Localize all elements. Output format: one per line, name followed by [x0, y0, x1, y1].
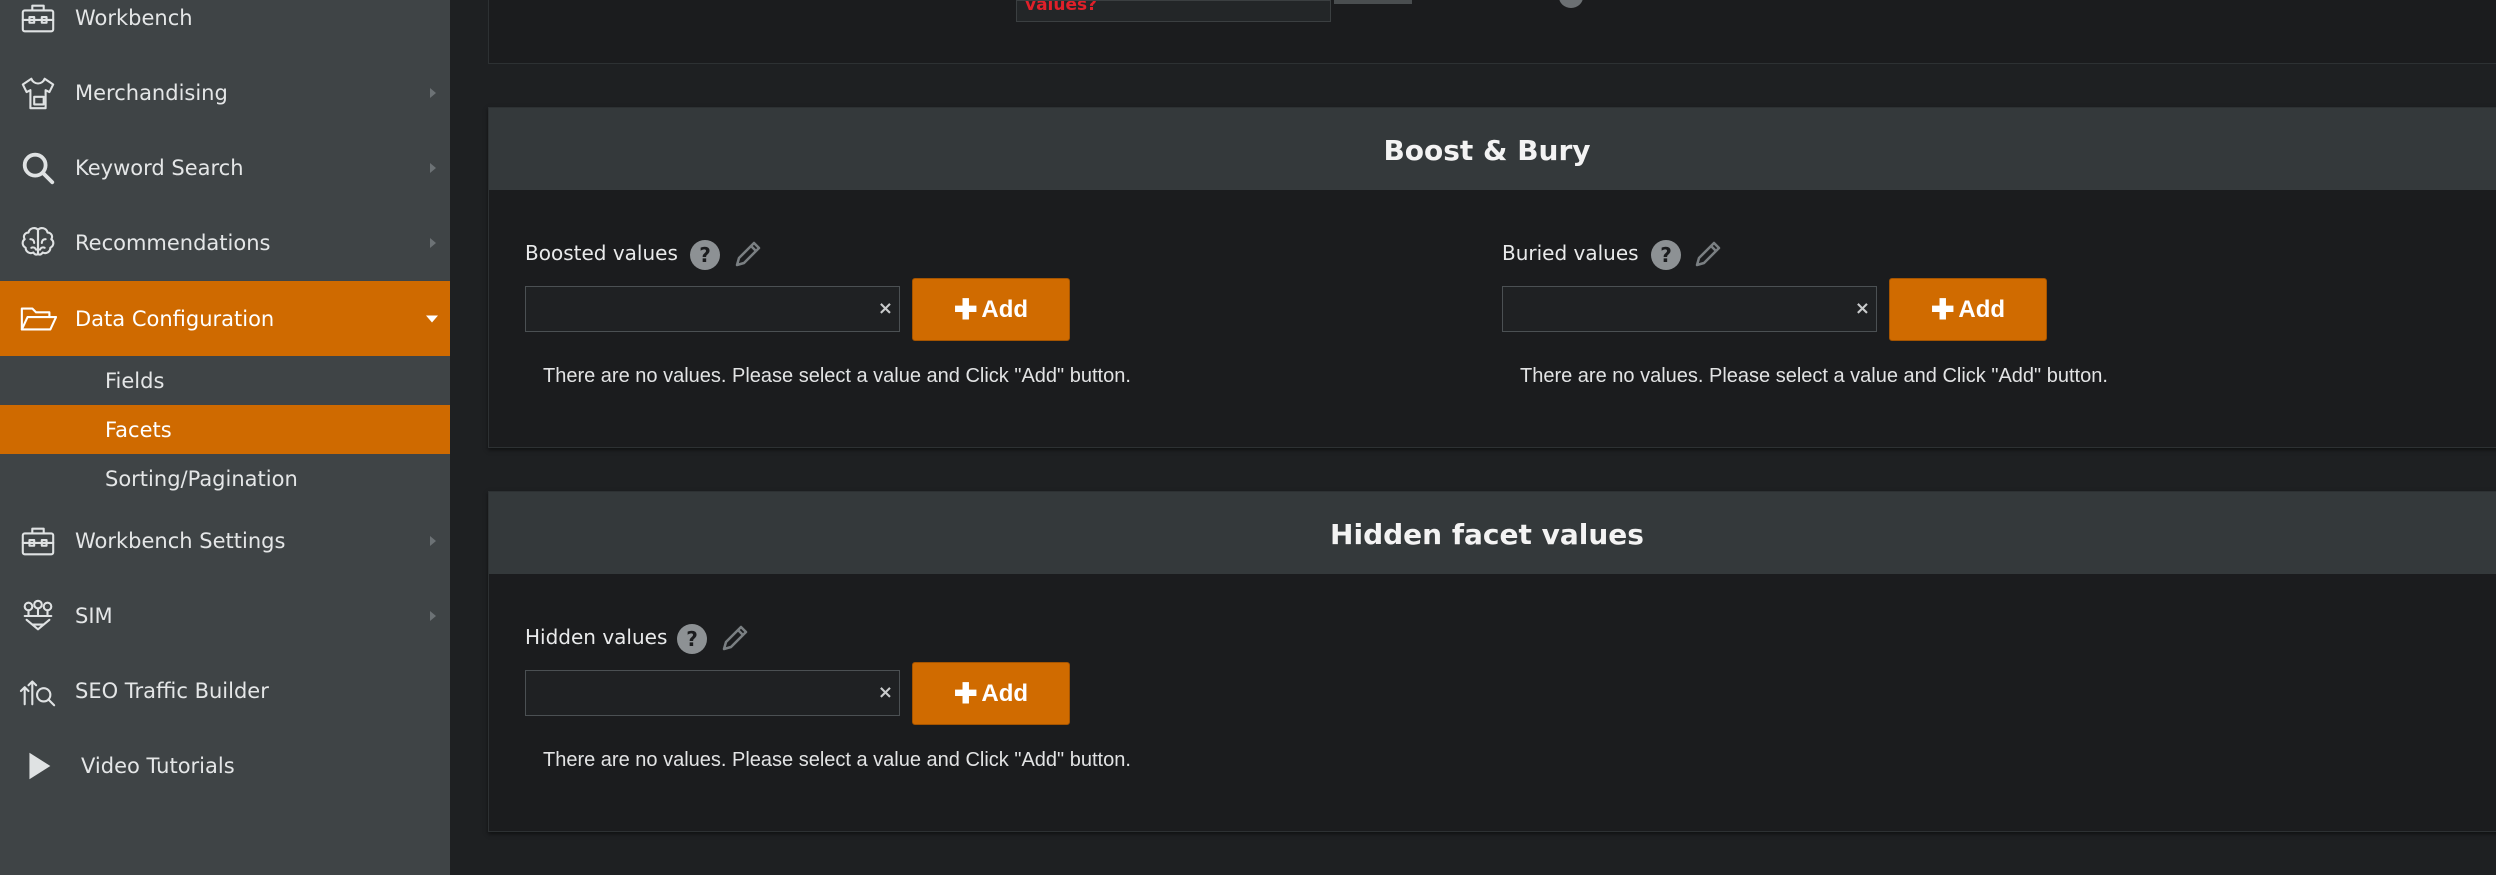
sidebar-item-sim[interactable]: SIM	[0, 578, 450, 653]
sidebar-subitem-sorting-pagination[interactable]: Sorting/Pagination	[0, 454, 450, 503]
sidebar-item-seo-traffic-builder[interactable]: SEO Traffic Builder	[0, 653, 450, 728]
sidebar-item-keyword-search[interactable]: Keyword Search	[0, 130, 450, 205]
sidebar-item-label: Video Tutorials	[81, 753, 235, 778]
sidebar-item-label: SEO Traffic Builder	[75, 678, 269, 703]
panel-header: Boost & Bury	[489, 108, 2496, 190]
sidebar-subitem-label: Fields	[105, 368, 165, 393]
sidebar-item-data-configuration[interactable]: Data Configuration	[0, 281, 450, 356]
help-icon[interactable]	[1559, 0, 1583, 8]
seo-icon	[18, 671, 58, 711]
sidebar-item-label: SIM	[75, 603, 113, 628]
sidebar-item-workbench[interactable]: Workbench	[0, 0, 450, 55]
sidebar-item-workbench-settings[interactable]: Workbench Settings	[0, 503, 450, 578]
sidebar-item-label: Keyword Search	[75, 155, 244, 180]
help-icon[interactable]: ?	[1651, 240, 1681, 270]
hidden-facet-values-panel: Hidden facet values Hidden values ? × ✚ A…	[488, 491, 2496, 832]
partial-button[interactable]	[1334, 0, 1412, 4]
help-icon[interactable]: ?	[690, 240, 720, 270]
sidebar-item-recommendations[interactable]: Recommendations	[0, 205, 450, 280]
sidebar-item-label: Recommendations	[75, 230, 271, 255]
search-icon	[18, 148, 58, 188]
pencil-icon[interactable]	[1692, 238, 1724, 270]
plus-icon: ✚	[1930, 294, 1955, 325]
sidebar-item-video-tutorials[interactable]: Video Tutorials	[0, 728, 450, 803]
plus-icon: ✚	[953, 294, 978, 325]
shirt-icon	[18, 73, 58, 113]
sidebar-item-merchandising[interactable]: Merchandising	[0, 55, 450, 130]
sidebar-item-label: Workbench	[75, 5, 193, 30]
chevron-right-icon	[430, 610, 436, 621]
app-root: Workbench Merchandising Keyword Search R…	[0, 0, 2496, 875]
buried-values-label: Buried values	[1502, 241, 1639, 265]
clear-icon[interactable]: ×	[878, 298, 893, 319]
panel-title: Hidden facet values	[1330, 518, 1644, 551]
brain-icon	[18, 223, 58, 263]
hidden-empty-message: There are no values. Please select a val…	[543, 749, 1131, 771]
sidebar-subitem-fields[interactable]: Fields	[0, 356, 450, 405]
hidden-values-label: Hidden values	[525, 625, 668, 649]
panel-header: Hidden facet values	[489, 492, 2496, 574]
toolbox-icon	[18, 521, 58, 561]
previous-panel: values?	[488, 0, 2496, 64]
chevron-right-icon	[430, 535, 436, 546]
sidebar-subitem-facets[interactable]: Facets	[0, 405, 450, 454]
clear-icon[interactable]: ×	[1855, 298, 1870, 319]
boosted-values-label: Boosted values	[525, 241, 678, 265]
buried-empty-message: There are no values. Please select a val…	[1520, 365, 2108, 387]
sim-icon	[18, 596, 58, 636]
panel-title: Boost & Bury	[1383, 134, 1591, 167]
main-content: values? Boost & Bury Boosted values ? × …	[450, 0, 2496, 875]
sidebar-item-label: Data Configuration	[75, 306, 275, 331]
buried-add-button[interactable]: ✚ Add	[1889, 278, 2047, 341]
boosted-values-select[interactable]: ×	[525, 286, 900, 332]
pencil-icon[interactable]	[719, 622, 751, 654]
sidebar: Workbench Merchandising Keyword Search R…	[0, 0, 450, 875]
boost-bury-panel: Boost & Bury Boosted values ? × ✚ Add The…	[488, 107, 2496, 448]
hidden-values-select[interactable]: ×	[525, 670, 900, 716]
sidebar-item-label: Merchandising	[75, 80, 228, 105]
toolbox-icon	[18, 0, 58, 38]
hidden-add-button[interactable]: ✚ Add	[912, 662, 1070, 725]
pencil-icon[interactable]	[732, 238, 764, 270]
play-icon	[18, 746, 58, 786]
plus-icon: ✚	[953, 678, 978, 709]
chevron-right-icon	[430, 87, 436, 98]
chevron-right-icon	[430, 162, 436, 173]
sidebar-subitem-label: Facets	[105, 417, 172, 442]
buried-values-select[interactable]: ×	[1502, 286, 1877, 332]
folder-open-icon	[18, 299, 58, 339]
sidebar-subitem-label: Sorting/Pagination	[105, 466, 298, 491]
boosted-empty-message: There are no values. Please select a val…	[543, 365, 1131, 387]
help-icon[interactable]: ?	[677, 624, 707, 654]
sidebar-item-label: Workbench Settings	[75, 528, 286, 553]
warning-text: values?	[1016, 0, 1331, 22]
clear-icon[interactable]: ×	[878, 682, 893, 703]
boosted-add-button[interactable]: ✚ Add	[912, 278, 1070, 341]
chevron-down-icon	[426, 315, 438, 322]
chevron-right-icon	[430, 237, 436, 248]
